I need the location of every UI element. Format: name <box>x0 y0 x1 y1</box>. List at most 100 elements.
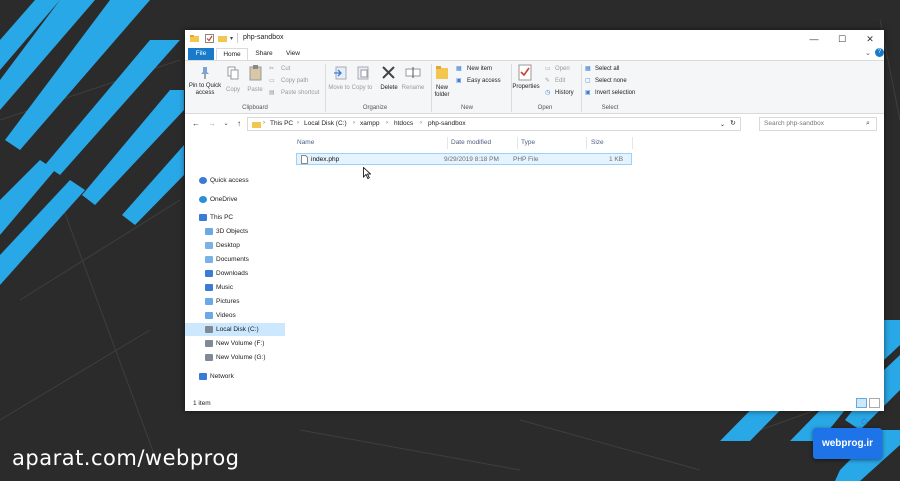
column-header-type[interactable]: Type <box>521 139 535 146</box>
tab-view[interactable]: View <box>280 48 306 60</box>
column-header-name[interactable]: Name <box>297 139 314 146</box>
address-dropdown-icon[interactable]: ⌄ <box>720 121 725 128</box>
open-button[interactable]: Open <box>555 66 570 73</box>
breadcrumb-htdocs[interactable]: htdocs <box>394 120 413 127</box>
sidebar-item[interactable]: Quick access <box>185 174 285 187</box>
new-item-button[interactable]: New item <box>467 66 492 73</box>
sidebar-item[interactable]: Documents <box>185 253 285 266</box>
table-row[interactable]: index.php 9/29/2019 8:18 PM PHP File 1 K… <box>296 153 632 165</box>
collapse-ribbon-icon[interactable]: ⌄ <box>865 49 871 57</box>
breadcrumb-local-disk[interactable]: Local Disk (C:) <box>304 120 347 127</box>
recent-locations-chevron-icon[interactable]: ⌄ <box>221 118 231 130</box>
select-none-icon: ▢ <box>585 78 591 84</box>
history-button[interactable]: History <box>555 90 574 97</box>
sidebar-item-label: Music <box>216 284 233 291</box>
sidebar-item[interactable]: This PC <box>185 211 285 224</box>
paste-icon <box>249 65 262 81</box>
invert-selection-button[interactable]: Invert selection <box>595 90 635 97</box>
up-arrow-icon[interactable]: ↑ <box>234 118 244 130</box>
open-group-label: Open <box>537 105 553 111</box>
properties-button[interactable]: Properties <box>511 84 541 91</box>
tab-file[interactable]: File <box>188 48 214 60</box>
column-header-date-modified[interactable]: Date modified <box>451 139 491 146</box>
delete-icon <box>382 66 395 79</box>
pin-to-quick-access-button[interactable]: Pin to Quick access <box>187 83 223 97</box>
history-icon: ◷ <box>545 90 551 96</box>
new-folder-quick-icon[interactable] <box>218 34 227 43</box>
sidebar-item[interactable]: New Volume (G:) <box>185 351 285 364</box>
select-group-label: Select <box>601 105 619 111</box>
copy-to-button[interactable]: Copy to <box>351 85 373 92</box>
title-bar: ▾ php-sandbox — ☐ ✕ <box>185 30 884 48</box>
group-separator <box>325 64 326 112</box>
forward-arrow-icon[interactable]: → <box>207 118 217 130</box>
folder-icon <box>190 35 199 42</box>
navigation-pane: Quick access OneDrive This PC 3D Objects Des… <box>185 134 289 396</box>
paste-shortcut-icon: ▤ <box>269 90 275 96</box>
sidebar-item[interactable]: Pictures <box>185 295 285 308</box>
cloud-icon <box>199 196 207 203</box>
cut-button[interactable]: Cut <box>281 66 290 73</box>
file-name: index.php <box>311 156 340 163</box>
maximize-button[interactable]: ☐ <box>828 30 856 48</box>
breadcrumb-php-sandbox[interactable]: php-sandbox <box>428 120 466 127</box>
column-divider <box>517 137 518 149</box>
close-button[interactable]: ✕ <box>856 30 884 48</box>
sidebar-item[interactable]: Network <box>185 370 285 383</box>
php-file-icon <box>301 155 308 164</box>
column-divider <box>447 137 448 149</box>
organize-group-label: Organize <box>362 105 388 111</box>
file-date-modified: 9/29/2019 8:18 PM <box>444 156 499 163</box>
minimize-button[interactable]: — <box>800 30 828 48</box>
delete-button[interactable]: Delete <box>377 85 401 92</box>
sidebar-item-label: Local Disk (C:) <box>216 326 259 333</box>
sidebar-item[interactable]: 3D Objects <box>185 225 285 238</box>
sidebar-item-label: Videos <box>216 312 236 319</box>
sidebar-item[interactable]: Desktop <box>185 239 285 252</box>
select-all-button[interactable]: Select all <box>595 66 619 73</box>
tab-home[interactable]: Home <box>216 48 248 60</box>
invert-selection-icon: ▣ <box>585 90 591 96</box>
sidebar-item[interactable]: OneDrive <box>185 193 285 206</box>
search-input[interactable]: Search php-sandbox ⌕ <box>759 117 877 131</box>
large-icons-view-icon[interactable] <box>869 398 880 408</box>
easy-access-button[interactable]: Easy access <box>467 78 501 85</box>
move-to-button[interactable]: Move to <box>328 85 350 92</box>
tab-share[interactable]: Share <box>250 48 278 60</box>
picture-icon <box>205 298 213 305</box>
select-none-button[interactable]: Select none <box>595 78 627 85</box>
back-arrow-icon[interactable]: ← <box>191 118 201 130</box>
file-size: 1 KB <box>609 156 624 163</box>
sidebar-item-label: Desktop <box>216 242 240 249</box>
file-type: PHP File <box>513 156 539 163</box>
breadcrumb-separator: › <box>386 120 388 126</box>
refresh-icon[interactable]: ↻ <box>730 119 736 127</box>
breadcrumb-this-pc[interactable]: This PC <box>270 120 293 127</box>
sidebar-item[interactable]: Music <box>185 281 285 294</box>
column-header-size[interactable]: Size <box>591 139 604 146</box>
sidebar-item[interactable]: New Volume (F:) <box>185 337 285 350</box>
details-view-icon[interactable] <box>856 398 867 408</box>
sidebar-item[interactable]: Local Disk (C:) <box>185 323 285 336</box>
sidebar-item-label: New Volume (G:) <box>216 354 266 361</box>
properties-icon <box>518 64 532 81</box>
paste-shortcut-button[interactable]: Paste shortcut <box>281 90 319 97</box>
copy-button[interactable]: Copy <box>223 87 243 94</box>
copy-path-button[interactable]: Copy path <box>281 78 308 85</box>
breadcrumb-separator: › <box>297 120 299 126</box>
search-icon: ⌕ <box>866 120 870 127</box>
edit-button[interactable]: Edit <box>555 78 565 85</box>
rename-button[interactable]: Rename <box>401 85 425 92</box>
copy-icon <box>227 66 239 80</box>
sidebar-item-label: Downloads <box>216 270 249 277</box>
status-bar: 1 item <box>185 396 884 411</box>
breadcrumb-xampp[interactable]: xampp <box>360 120 380 127</box>
address-bar[interactable]: › This PC › Local Disk (C:) › xampp › ht… <box>247 117 741 131</box>
sidebar-item[interactable]: Downloads <box>185 267 285 280</box>
clipboard-group-label: Clipboard <box>242 105 268 111</box>
properties-check-icon[interactable] <box>205 34 214 43</box>
new-folder-button[interactable]: New folder <box>431 85 453 99</box>
paste-button[interactable]: Paste <box>245 87 265 94</box>
help-icon[interactable]: ? <box>875 48 884 57</box>
sidebar-item[interactable]: Videos <box>185 309 285 322</box>
